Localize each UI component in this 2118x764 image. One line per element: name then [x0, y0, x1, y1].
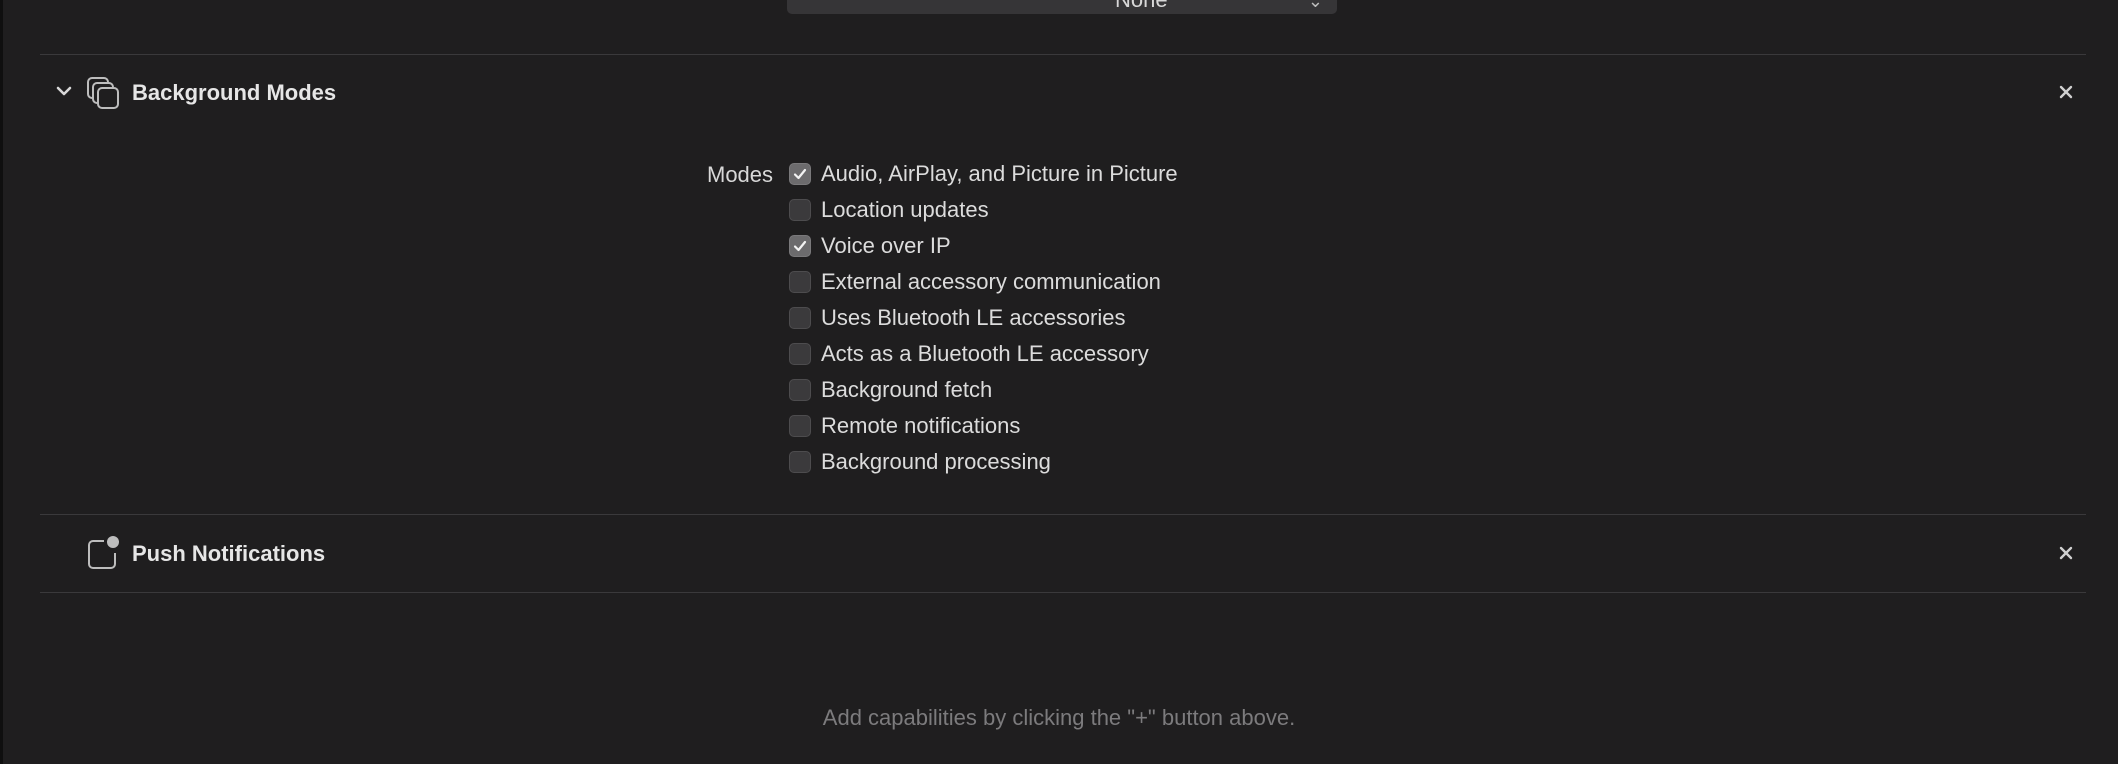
mode-label: Remote notifications [821, 413, 1021, 438]
mode-label: Background processing [821, 449, 1051, 474]
remove-background-modes-button[interactable] [2052, 78, 2080, 106]
mode-checkbox[interactable] [789, 199, 811, 221]
mode-checkbox[interactable] [789, 415, 811, 437]
empty-hint-text: Add capabilities by clicking the "+" but… [822, 705, 1296, 730]
mode-row[interactable]: Background processing [789, 447, 1051, 477]
background-modes-title: Background Modes [132, 80, 337, 105]
mode-checkbox[interactable] [789, 235, 811, 257]
close-icon [2059, 546, 2073, 560]
mode-row[interactable]: Location updates [789, 195, 989, 225]
mode-label: External accessory communication [821, 269, 1161, 294]
mode-row[interactable]: Acts as a Bluetooth LE accessory [789, 339, 1149, 369]
divider-middle [40, 514, 2086, 515]
mode-label: Audio, AirPlay, and Picture in Picture [821, 161, 1178, 186]
background-modes-header: Background Modes [40, 66, 2086, 122]
push-notifications-title: Push Notifications [132, 541, 326, 566]
mode-checkbox[interactable] [789, 163, 811, 185]
mode-label: Background fetch [821, 377, 993, 402]
mode-row[interactable]: Audio, AirPlay, and Picture in Picture [789, 159, 1178, 189]
mode-checkbox[interactable] [789, 307, 811, 329]
checkmark-icon [793, 240, 807, 252]
mode-row[interactable]: Voice over IP [789, 231, 951, 261]
mode-row[interactable]: External accessory communication [789, 267, 1161, 297]
mode-checkbox[interactable] [789, 451, 811, 473]
close-icon [2059, 85, 2073, 99]
push-notifications-header: Push Notifications [40, 527, 2086, 583]
divider-bottom [40, 592, 2086, 593]
push-notifications-icon [84, 535, 122, 573]
mode-checkbox[interactable] [789, 271, 811, 293]
remove-push-notifications-button[interactable] [2052, 539, 2080, 567]
mode-row[interactable]: Background fetch [789, 375, 992, 405]
mode-label: Location updates [821, 197, 989, 222]
mode-row[interactable]: Remote notifications [789, 411, 1020, 441]
left-border [0, 0, 3, 764]
modes-label: Modes [707, 162, 774, 187]
capabilities-pane: None ⌄ Background Modes Modes Audio, Air… [0, 0, 2118, 764]
top-popup-value: None [1115, 0, 1168, 13]
divider-top [40, 54, 2086, 55]
top-popup-button[interactable]: None ⌄ [787, 0, 1337, 14]
checkmark-icon [793, 168, 807, 180]
background-modes-icon [84, 74, 122, 112]
mode-row[interactable]: Uses Bluetooth LE accessories [789, 303, 1126, 333]
mode-label: Voice over IP [821, 233, 951, 258]
mode-label: Acts as a Bluetooth LE accessory [821, 341, 1149, 366]
mode-checkbox[interactable] [789, 379, 811, 401]
mode-label: Uses Bluetooth LE accessories [821, 305, 1126, 330]
mode-checkbox[interactable] [789, 343, 811, 365]
disclosure-chevron-icon[interactable] [53, 80, 75, 102]
chevron-down-icon: ⌄ [1307, 0, 1323, 11]
